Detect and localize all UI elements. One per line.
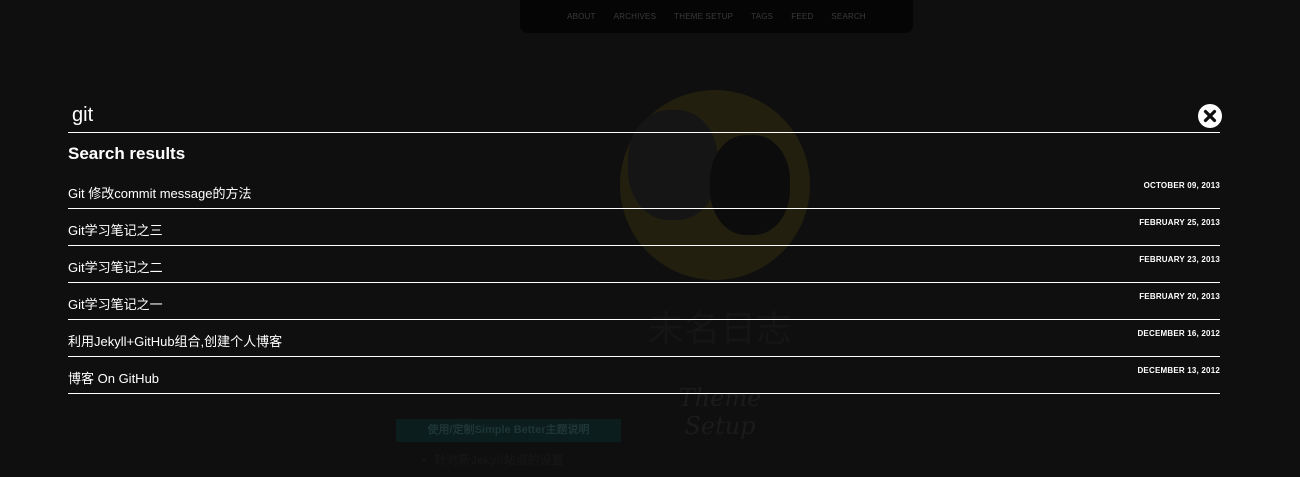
result-date: FEBRUARY 25, 2013 xyxy=(1139,218,1220,227)
result-date: DECEMBER 13, 2012 xyxy=(1137,366,1220,375)
close-icon xyxy=(1203,109,1217,123)
result-title[interactable]: 利用Jekyll+GitHub组合,创建个人博客 xyxy=(68,331,282,350)
result-date: FEBRUARY 23, 2013 xyxy=(1139,255,1220,264)
results-heading: Search results xyxy=(68,144,186,163)
search-input[interactable] xyxy=(68,100,1172,130)
close-search-button[interactable] xyxy=(1198,104,1222,128)
result-date: OCTOBER 09, 2013 xyxy=(1143,181,1220,190)
result-title[interactable]: Git学习笔记之三 xyxy=(68,220,163,239)
result-title[interactable]: Git学习笔记之一 xyxy=(68,294,163,313)
search-bar xyxy=(68,100,1222,133)
search-overlay: Search results Git 修改commit message的方法 O… xyxy=(68,0,1222,477)
search-result[interactable]: Git学习笔记之一 FEBRUARY 20, 2013 xyxy=(68,283,1220,320)
search-result[interactable]: 利用Jekyll+GitHub组合,创建个人博客 DECEMBER 16, 20… xyxy=(68,320,1220,357)
result-date: FEBRUARY 20, 2013 xyxy=(1139,292,1220,301)
result-title[interactable]: Git 修改commit message的方法 xyxy=(68,183,251,202)
result-date: DECEMBER 16, 2012 xyxy=(1137,329,1220,338)
search-result[interactable]: 博客 On GitHub DECEMBER 13, 2012 xyxy=(68,357,1220,394)
search-result[interactable]: Git 修改commit message的方法 OCTOBER 09, 2013 xyxy=(68,172,1220,209)
result-title[interactable]: Git学习笔记之二 xyxy=(68,257,163,276)
search-result[interactable]: Git学习笔记之三 FEBRUARY 25, 2013 xyxy=(68,209,1220,246)
result-title[interactable]: 博客 On GitHub xyxy=(68,368,159,387)
search-results-list: Git 修改commit message的方法 OCTOBER 09, 2013… xyxy=(68,172,1220,394)
search-result[interactable]: Git学习笔记之二 FEBRUARY 23, 2013 xyxy=(68,246,1220,283)
